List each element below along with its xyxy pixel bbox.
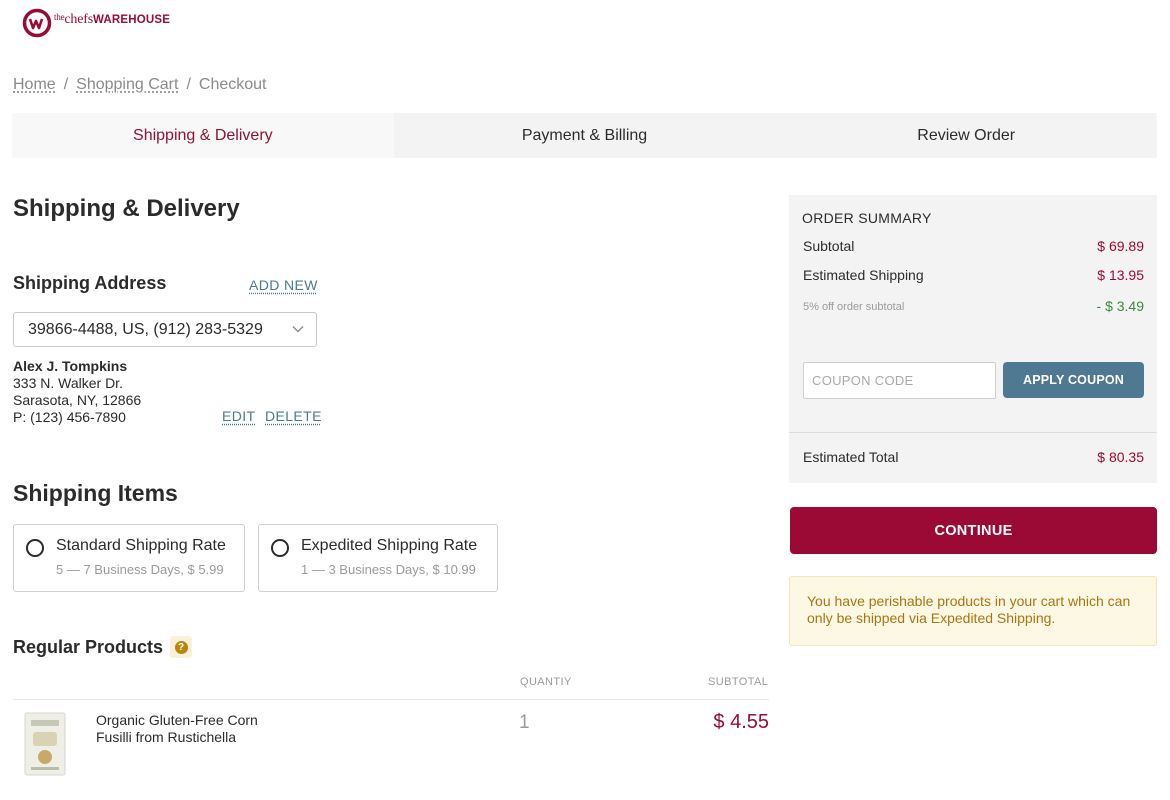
standard-shipping-option[interactable]: Standard Shipping Rate 5 — 7 Business Da…	[13, 524, 245, 592]
expedited-shipping-detail: 1 — 3 Business Days, $ 10.99	[301, 562, 476, 577]
coupon-code-input[interactable]: COUPON CODE	[803, 362, 996, 399]
summary-total-row: Estimated Total $ 80.35	[803, 449, 1144, 465]
expedited-shipping-radio[interactable]	[271, 539, 289, 557]
products-divider	[13, 699, 769, 700]
summary-divider	[789, 432, 1157, 433]
summary-shipping-row: Estimated Shipping $ 13.95	[803, 267, 1144, 283]
breadcrumb: Home / Shopping Cart / Checkout	[13, 76, 266, 94]
product-image[interactable]	[22, 712, 68, 776]
summary-shipping-value: $ 13.95	[1097, 267, 1144, 283]
breadcrumb-checkout: Checkout	[198, 76, 267, 93]
shipping-address-heading: Shipping Address	[13, 273, 167, 293]
summary-subtotal-row: Subtotal $ 69.89	[803, 238, 1144, 254]
summary-discount-row: 5% off order subtotal - $ 3.49	[803, 298, 1144, 314]
address-name: Alex J. Tompkins	[13, 358, 128, 374]
product-subtotal: $ 4.55	[713, 711, 769, 733]
continue-button[interactable]: CONTINUE	[790, 507, 1157, 554]
address-line1: 333 N. Walker Dr.	[13, 375, 123, 391]
checkout-steps: Shipping & Delivery Payment & Billing Re…	[12, 113, 1157, 158]
logo-wordmark: thechefsWAREHOUSE	[54, 12, 170, 28]
shipping-address-selected-value: 39866-4488, US, (912) 283-5329	[28, 320, 263, 338]
step-shipping-delivery[interactable]: Shipping & Delivery	[12, 113, 394, 158]
step-payment-billing[interactable]: Payment & Billing	[394, 113, 776, 158]
standard-shipping-title: Standard Shipping Rate	[56, 537, 226, 554]
regular-products-heading: Regular Products	[13, 637, 164, 657]
edit-address-link[interactable]: EDIT	[222, 408, 256, 424]
order-summary-panel: ORDER SUMMARY Subtotal $ 69.89 Estimated…	[789, 195, 1157, 483]
product-quantity: 1	[519, 712, 530, 733]
perishable-notice: You have perishable products in your car…	[789, 576, 1157, 646]
breadcrumb-home[interactable]: Home	[13, 76, 56, 94]
summary-subtotal-label: Subtotal	[803, 238, 855, 254]
breadcrumb-separator: /	[186, 76, 191, 93]
shipping-items-heading: Shipping Items	[13, 480, 178, 506]
product-name[interactable]: Organic Gluten-Free Corn Fusilli from Ru…	[96, 712, 296, 746]
order-summary-title: ORDER SUMMARY	[802, 210, 932, 226]
page-title: Shipping & Delivery	[13, 195, 240, 222]
logo-mark-icon	[22, 8, 52, 38]
logo-prefix: the	[54, 12, 65, 22]
regular-products-help[interactable]: ?	[170, 636, 192, 658]
address-phone: P: (123) 456-7890	[13, 409, 126, 425]
site-logo[interactable]: thechefsWAREHOUSE	[22, 8, 170, 38]
chevron-down-icon	[292, 326, 304, 333]
summary-discount-label: 5% off order subtotal	[803, 301, 905, 313]
standard-shipping-radio[interactable]	[26, 539, 44, 557]
shipping-address-select[interactable]: 39866-4488, US, (912) 283-5329	[13, 312, 317, 347]
subtotal-column-header: SUBTOTAL	[708, 676, 769, 688]
add-new-address-link[interactable]: ADD NEW	[249, 277, 318, 293]
summary-subtotal-value: $ 69.89	[1097, 238, 1144, 254]
address-line2: Sarasota, NY, 12866	[13, 392, 142, 408]
summary-shipping-label: Estimated Shipping	[803, 267, 924, 283]
logo-bold: WAREHOUSE	[92, 14, 171, 26]
expedited-shipping-title: Expedited Shipping Rate	[301, 537, 478, 554]
question-icon: ?	[174, 640, 188, 654]
logo-name: chefs	[64, 12, 93, 27]
standard-shipping-detail: 5 — 7 Business Days, $ 5.99	[56, 562, 224, 577]
summary-total-label: Estimated Total	[803, 449, 899, 465]
quantity-column-header: QUANTIY	[520, 676, 572, 688]
address-details: Alex J. Tompkins 333 N. Walker Dr. Saras…	[13, 358, 141, 426]
summary-total-value: $ 80.35	[1097, 449, 1144, 465]
breadcrumb-shopping-cart[interactable]: Shopping Cart	[76, 76, 178, 94]
summary-discount-value: - $ 3.49	[1096, 298, 1144, 314]
expedited-shipping-option[interactable]: Expedited Shipping Rate 1 — 3 Business D…	[258, 524, 498, 592]
breadcrumb-separator: /	[63, 76, 69, 93]
delete-address-link[interactable]: DELETE	[265, 408, 322, 424]
step-review-order[interactable]: Review Order	[775, 113, 1157, 158]
apply-coupon-button[interactable]: APPLY COUPON	[1003, 362, 1144, 398]
